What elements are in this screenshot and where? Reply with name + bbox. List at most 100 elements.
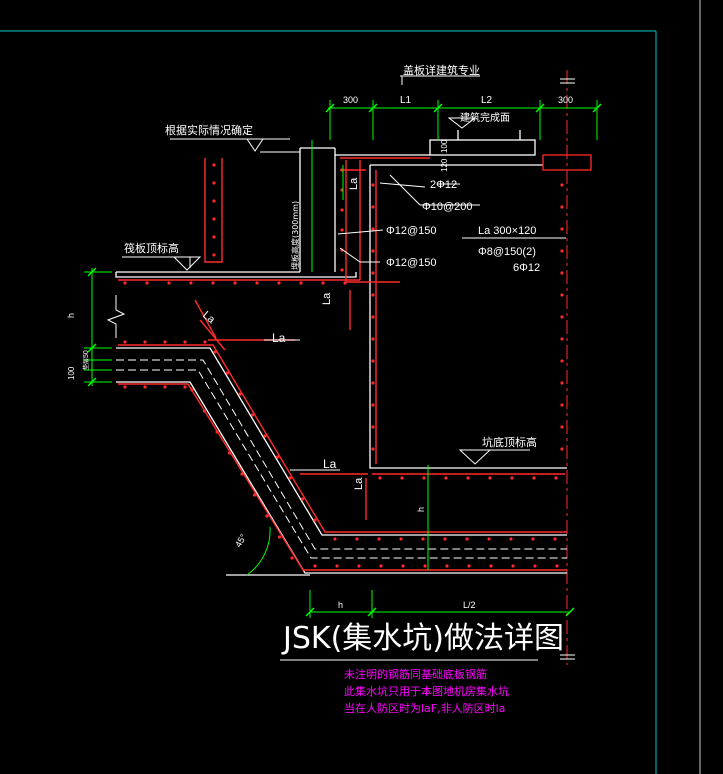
rebar-dot: [183, 385, 187, 389]
rebar-dot: [143, 340, 147, 344]
rebar-dot: [333, 537, 337, 541]
rebar-dot: [377, 537, 381, 541]
rebar-dot: [213, 350, 217, 354]
beam-bars: 6Φ12: [513, 262, 540, 274]
rebar-dot: [511, 564, 515, 568]
break-line: [106, 295, 126, 338]
dim-l2: L2: [481, 95, 493, 106]
rebar-dot: [371, 425, 375, 429]
rebar-dot: [553, 537, 557, 541]
rebar-dot: [560, 425, 564, 429]
rebar-dot: [443, 537, 447, 541]
rebar-dot: [313, 564, 317, 568]
rebar-dot: [335, 564, 339, 568]
rebar-dot: [290, 556, 294, 560]
rebar-dot: [371, 381, 375, 385]
rebar-dot: [560, 271, 564, 275]
rebar-dot: [371, 205, 375, 209]
rebar-dot: [371, 227, 375, 231]
angle-arc: [246, 526, 271, 576]
dimension-lines: [84, 100, 598, 618]
rebar-dot: [531, 537, 535, 541]
vertical-note: 埋板高度(300mm): [290, 201, 300, 270]
rebar-dot: [238, 392, 242, 396]
site-determine-label: 根据实际情况确定: [165, 123, 253, 137]
rebar-dot: [163, 385, 167, 389]
rebar-dot: [465, 537, 469, 541]
rebar-dot: [215, 430, 219, 434]
rebar-dot: [340, 268, 344, 272]
rebar-dot: [489, 564, 493, 568]
slab-top-label: 筏板顶标高: [124, 241, 179, 255]
rebar-dot: [560, 447, 564, 451]
rebar-dot: [212, 235, 216, 239]
finish-level-label: 建筑完成面: [460, 111, 510, 124]
rebar-dot: [212, 253, 216, 257]
rebar-dot: [145, 281, 149, 285]
rebar-phi12-b: Φ12@150: [386, 257, 437, 269]
rebar-dot: [371, 359, 375, 363]
h-mid: h: [416, 507, 426, 512]
cover-spec-label: 盖板详建筑专业: [403, 63, 480, 77]
rebar-dot: [123, 340, 127, 344]
rebar-dot: [487, 537, 491, 541]
angle-label: 45°: [233, 532, 249, 549]
concrete-outline: [115, 130, 592, 576]
rebar-dot: [313, 518, 317, 522]
rebar-dot: [163, 340, 167, 344]
rebar-dot: [467, 564, 471, 568]
rebar-dot: [421, 537, 425, 541]
note-line-2: 此集水坑只用于本图地机房集水坑: [344, 684, 509, 698]
rebar-dot: [167, 281, 171, 285]
rebar-lines: [118, 157, 567, 571]
rebar-dot: [371, 293, 375, 297]
rebar-dot: [560, 205, 564, 209]
rebar-dot: [203, 340, 207, 344]
rebar-dot: [560, 293, 564, 297]
rebar-dot: [288, 476, 292, 480]
rebar-dot: [189, 281, 193, 285]
rebar-dot: [227, 451, 232, 455]
rebar-dot: [555, 564, 559, 568]
rebar-dot: [371, 315, 375, 319]
rebar-dot: [400, 476, 404, 480]
rebar-dot: [399, 537, 403, 541]
rebar-dot: [275, 455, 280, 459]
rebar-dot: [378, 476, 382, 480]
rebar-phi12-a: Φ12@150: [386, 225, 437, 237]
rebar-dot: [560, 403, 564, 407]
l2-half: L/2: [463, 600, 476, 610]
rebar-dot: [371, 249, 375, 253]
rebar-dot: [321, 281, 325, 285]
la-label-1: La: [348, 177, 360, 190]
rebar-dot: [371, 271, 375, 275]
rebar-dot: [240, 472, 244, 476]
rebar-dot: [445, 564, 449, 568]
note-line-1: 未注明的钢筋同基础底板钢筋: [344, 667, 487, 681]
rebar-dot: [371, 447, 375, 451]
rebar-dot: [422, 476, 426, 480]
h-bottom: h: [338, 600, 343, 610]
rebar-dot: [444, 476, 448, 480]
rebar-dot: [560, 315, 564, 319]
dim-50: 50: [83, 350, 90, 358]
rebar-dot: [560, 183, 564, 187]
rebar-dot: [277, 281, 281, 285]
drawing-title: JSK(集水坑)做法详图: [281, 621, 564, 656]
dim-300-right: 300: [558, 95, 573, 105]
rebar-dot: [510, 476, 514, 480]
rebar-dot: [560, 337, 564, 341]
rebar-dot: [533, 564, 537, 568]
la-label-4: La: [272, 331, 286, 345]
rebar-dot: [488, 476, 492, 480]
rebar-phi10: Φ10@200: [422, 201, 473, 213]
rebar-dot: [299, 281, 303, 285]
rebar-dot: [509, 537, 513, 541]
rebar-dot: [277, 535, 282, 539]
rebar-dot: [263, 434, 267, 438]
rebar-dot: [371, 403, 375, 407]
rebar-dot: [250, 413, 255, 417]
drawing-frame: [0, 0, 701, 774]
beam-stirrup: Φ8@150(2): [478, 246, 536, 258]
rebar-dot: [183, 340, 187, 344]
